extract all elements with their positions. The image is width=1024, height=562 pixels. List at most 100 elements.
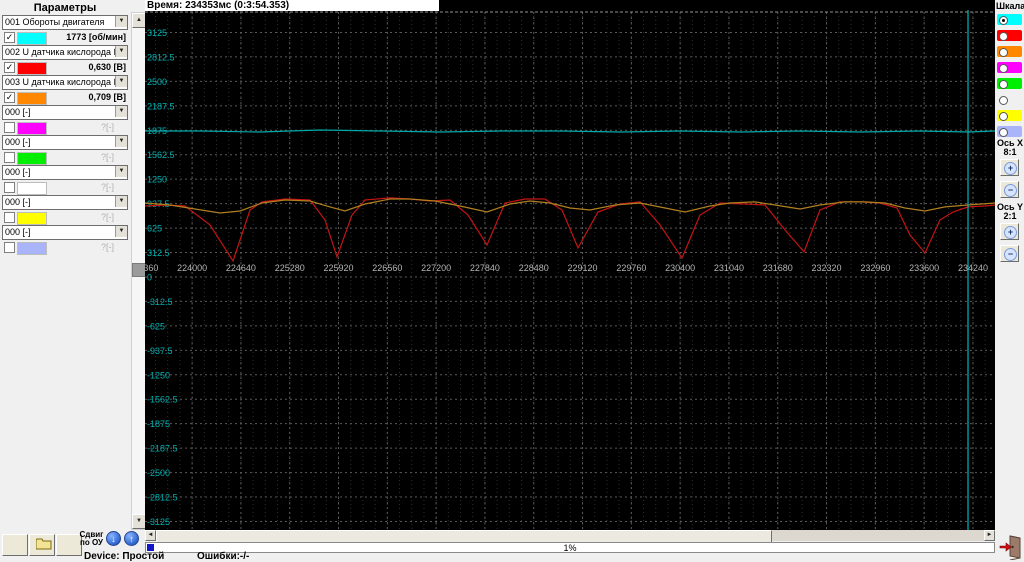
scale-channel-radio-2[interactable] bbox=[997, 46, 1022, 57]
channel-value-row: ?[-] bbox=[2, 211, 128, 225]
chevron-down-icon[interactable]: ▼ bbox=[115, 76, 127, 87]
channel-select-1[interactable]: 002 U датчика кислорода №1. Банк▼ bbox=[2, 45, 128, 60]
playback-progress-bar[interactable]: 1% bbox=[145, 542, 995, 553]
minus-icon: − bbox=[1004, 184, 1017, 197]
channel-current-value: ?[-] bbox=[100, 152, 114, 162]
channel-select-2[interactable]: 003 U датчика кислорода №2. Банк▼ bbox=[2, 75, 128, 90]
axis-y-label: Ось Y 2:1 bbox=[996, 203, 1024, 221]
channel-value-row: ✓ 1773 [об/мин] bbox=[2, 31, 128, 45]
axis-x-zoom-out-button[interactable]: − bbox=[1000, 181, 1019, 198]
chevron-down-icon[interactable]: ▼ bbox=[115, 106, 127, 117]
channel-select-0[interactable]: 001 Обороты двигателя ▼ bbox=[2, 15, 128, 30]
svg-text:2187.5: 2187.5 bbox=[147, 101, 175, 111]
channel-select-value: 003 U датчика кислорода №2. Банк bbox=[5, 77, 115, 87]
scale-title: Шкала bbox=[996, 1, 1024, 11]
scroll-left-button[interactable]: ◄ bbox=[145, 530, 156, 541]
exit-door-icon bbox=[999, 535, 1021, 561]
svg-text:-2187.5: -2187.5 bbox=[147, 444, 178, 454]
y-shift-up-button[interactable]: ↑ bbox=[124, 531, 139, 546]
chart-canvas[interactable]: 31252812.525002187.518751562.51250937.56… bbox=[145, 0, 995, 530]
channel-select-5[interactable]: 000 [-] ▼ bbox=[2, 165, 128, 180]
channel-visible-checkbox[interactable] bbox=[4, 242, 15, 253]
svg-text:-2812.5: -2812.5 bbox=[147, 493, 178, 503]
svg-text:231040: 231040 bbox=[714, 263, 744, 273]
channel-select-3[interactable]: 000 [-] ▼ bbox=[2, 105, 128, 120]
svg-text:223360: 223360 bbox=[145, 263, 158, 273]
channel-visible-checkbox[interactable] bbox=[4, 122, 15, 133]
scale-channel-radio-3[interactable] bbox=[997, 62, 1022, 73]
svg-text:232320: 232320 bbox=[812, 263, 842, 273]
progress-percent: 1% bbox=[563, 543, 577, 553]
channel-visible-checkbox[interactable] bbox=[4, 152, 15, 163]
chevron-down-icon[interactable]: ▼ bbox=[115, 226, 127, 237]
channel-color-swatch bbox=[17, 62, 47, 75]
arrow-down-icon: ↓ bbox=[111, 534, 116, 544]
exit-button[interactable] bbox=[999, 534, 1023, 561]
chevron-down-icon[interactable]: ▼ bbox=[115, 46, 127, 57]
svg-text:-312.5: -312.5 bbox=[147, 297, 173, 307]
svg-text:2812.5: 2812.5 bbox=[147, 52, 175, 62]
axis-y-ratio: 2:1 bbox=[1003, 211, 1017, 221]
trace-002-U-датчика-кислорода-№1 bbox=[145, 197, 995, 263]
scale-channel-radio-4[interactable] bbox=[997, 78, 1022, 89]
channel-select-4[interactable]: 000 [-] ▼ bbox=[2, 135, 128, 150]
y-shift-down-button[interactable]: ↓ bbox=[106, 531, 121, 546]
radio-icon bbox=[999, 128, 1008, 137]
minus-icon: − bbox=[1004, 248, 1017, 261]
channel-select-value: 000 [-] bbox=[5, 197, 31, 207]
channel-select-6[interactable]: 000 [-] ▼ bbox=[2, 195, 128, 210]
scroll-right-button[interactable]: ► bbox=[984, 530, 995, 541]
channel-visible-checkbox[interactable] bbox=[4, 212, 15, 223]
channel-current-value: ?[-] bbox=[100, 122, 114, 132]
scale-channel-radio-5[interactable] bbox=[997, 94, 1022, 105]
chevron-down-icon[interactable]: ▼ bbox=[115, 196, 127, 207]
plus-icon: + bbox=[1004, 162, 1017, 175]
svg-text:1250: 1250 bbox=[147, 175, 167, 185]
scale-channel-radio-6[interactable] bbox=[997, 110, 1022, 121]
chart-scrollbar[interactable]: ◄ ► bbox=[145, 530, 995, 543]
scale-channel-radio-1[interactable] bbox=[997, 30, 1022, 41]
svg-text:1562.5: 1562.5 bbox=[147, 150, 175, 160]
y-shift-caption-2: по ОУ bbox=[80, 538, 103, 547]
chevron-down-icon[interactable]: ▼ bbox=[115, 166, 127, 177]
channel-visible-checkbox[interactable]: ✓ bbox=[4, 92, 15, 103]
chevron-down-icon[interactable]: ▼ bbox=[115, 136, 127, 147]
radio-dot bbox=[1002, 19, 1005, 22]
channel-visible-checkbox[interactable]: ✓ bbox=[4, 32, 15, 43]
tool-button-1[interactable] bbox=[2, 534, 28, 556]
chevron-down-icon[interactable]: ▼ bbox=[115, 16, 127, 27]
svg-text:-1875: -1875 bbox=[147, 419, 170, 429]
channel-color-swatch bbox=[17, 92, 47, 105]
channel-select-value: 000 [-] bbox=[5, 107, 31, 117]
channel-visible-checkbox[interactable] bbox=[4, 182, 15, 193]
plus-icon: + bbox=[1004, 226, 1017, 239]
channel-value-row: ✓ 0,709 [В] bbox=[2, 91, 128, 105]
radio-icon bbox=[999, 48, 1008, 57]
scroll-down-button[interactable]: ▼ bbox=[132, 514, 146, 529]
scale-channel-radio-7[interactable] bbox=[997, 126, 1022, 137]
svg-text:232960: 232960 bbox=[860, 263, 890, 273]
svg-text:2500: 2500 bbox=[147, 77, 167, 87]
channel-value-row: ?[-] bbox=[2, 181, 128, 195]
svg-text:-937.5: -937.5 bbox=[147, 346, 173, 356]
axis-x-zoom-in-button[interactable]: + bbox=[1000, 159, 1019, 176]
open-file-button[interactable] bbox=[29, 534, 55, 556]
channel-value-row: ?[-] bbox=[2, 241, 128, 255]
axis-y-zoom-in-button[interactable]: + bbox=[1000, 223, 1019, 240]
arrow-up-icon: ↑ bbox=[129, 534, 134, 544]
channel-color-swatch bbox=[17, 122, 47, 135]
scale-channel-radio-0[interactable] bbox=[997, 14, 1022, 25]
parameters-panel: Параметры 001 Обороты двигателя ▼ ✓ 1773 [о… bbox=[0, 0, 130, 562]
radio-icon bbox=[999, 16, 1008, 25]
errors-status: Ошибки:-/- bbox=[197, 551, 250, 562]
channel-select-value: 000 [-] bbox=[5, 137, 31, 147]
channel-select-value: 000 [-] bbox=[5, 167, 31, 177]
channel-visible-checkbox[interactable]: ✓ bbox=[4, 62, 15, 73]
axis-y-zoom-out-button[interactable]: − bbox=[1000, 245, 1019, 262]
scroll-up-button[interactable]: ▲ bbox=[132, 13, 146, 28]
channel-current-value: 0,630 [В] bbox=[88, 62, 126, 72]
channel-current-value: ?[-] bbox=[100, 242, 114, 252]
svg-text:226560: 226560 bbox=[372, 263, 402, 273]
channel-select-7[interactable]: 000 [-] ▼ bbox=[2, 225, 128, 240]
scrollbar-thumb[interactable] bbox=[132, 263, 146, 277]
